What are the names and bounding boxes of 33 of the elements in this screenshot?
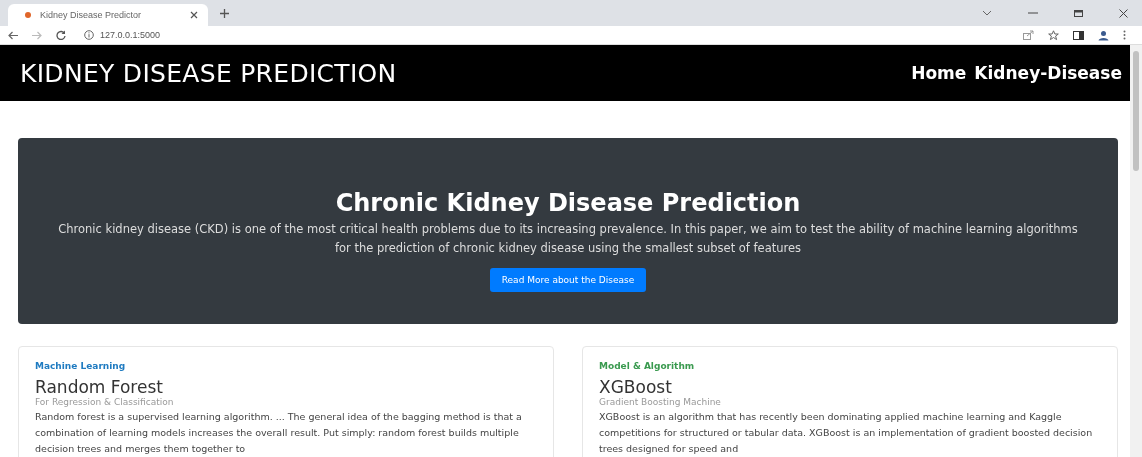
- info-icon[interactable]: [84, 30, 94, 40]
- restore-icon[interactable]: [1074, 9, 1083, 17]
- browser-tab[interactable]: Kidney Disease Predictor: [8, 4, 208, 26]
- scrollbar[interactable]: [1130, 45, 1142, 457]
- close-icon[interactable]: [1119, 8, 1128, 18]
- side-panel-icon[interactable]: [1073, 30, 1084, 40]
- card-title: Random Forest: [35, 377, 164, 397]
- hero-text: Chronic kidney disease (CKD) is one of the most critical health problems due to its increasing prevalence. In this paper, we aim to test the ability of machine learning algorithms for the prediction of chronic kidney disease using the smallest subset of features: [58, 220, 1078, 257]
- scrollbar-thumb[interactable]: [1133, 51, 1139, 171]
- back-icon[interactable]: [8, 30, 18, 40]
- star-icon[interactable]: [1048, 29, 1059, 41]
- share-icon[interactable]: [1023, 30, 1034, 40]
- menu-icon[interactable]: [1123, 30, 1126, 40]
- reload-icon[interactable]: [56, 30, 66, 40]
- favicon-icon: [24, 11, 32, 19]
- card-text: Random forest is a supervised learning algorithm. ... The general idea of the bagging method is that a combination of learning models increases the overall result. Put simply: random forest builds multiple decision trees and merges them together to: [35, 410, 523, 456]
- close-tab-icon[interactable]: [190, 11, 198, 19]
- card-text: XGBoost is an algorithm that has recently been dominating applied machine learning and Kaggle competitions for structured or tabular data. XGBoost is an implementation of gradient boosted decision trees designed for speed and: [599, 410, 1094, 456]
- tab-search-icon[interactable]: [982, 10, 992, 16]
- nav-link[interactable]: Home: [911, 63, 967, 83]
- hero-title: Chronic Kidney Disease Prediction: [335, 188, 801, 217]
- nav-link[interactable]: Kidney-Disease: [974, 63, 1122, 83]
- forward-icon: [32, 30, 42, 40]
- card-category: Machine Learning: [35, 361, 127, 371]
- card-title: XGBoost: [599, 377, 673, 397]
- card-category: Model & Algorithm: [599, 361, 696, 371]
- brand-title[interactable]: KIDNEY DISEASE PREDICTION: [20, 58, 397, 88]
- new-tab-icon[interactable]: [220, 8, 229, 18]
- read-more-button[interactable]: Read More about the Disease: [489, 267, 647, 292]
- card-subtitle: Gradient Boosting Machine: [599, 397, 722, 407]
- card-subtitle: For Regression & Classification: [35, 397, 175, 407]
- url-text[interactable]: 127.0.0.1:5000: [100, 30, 161, 40]
- profile-icon[interactable]: [1098, 29, 1109, 41]
